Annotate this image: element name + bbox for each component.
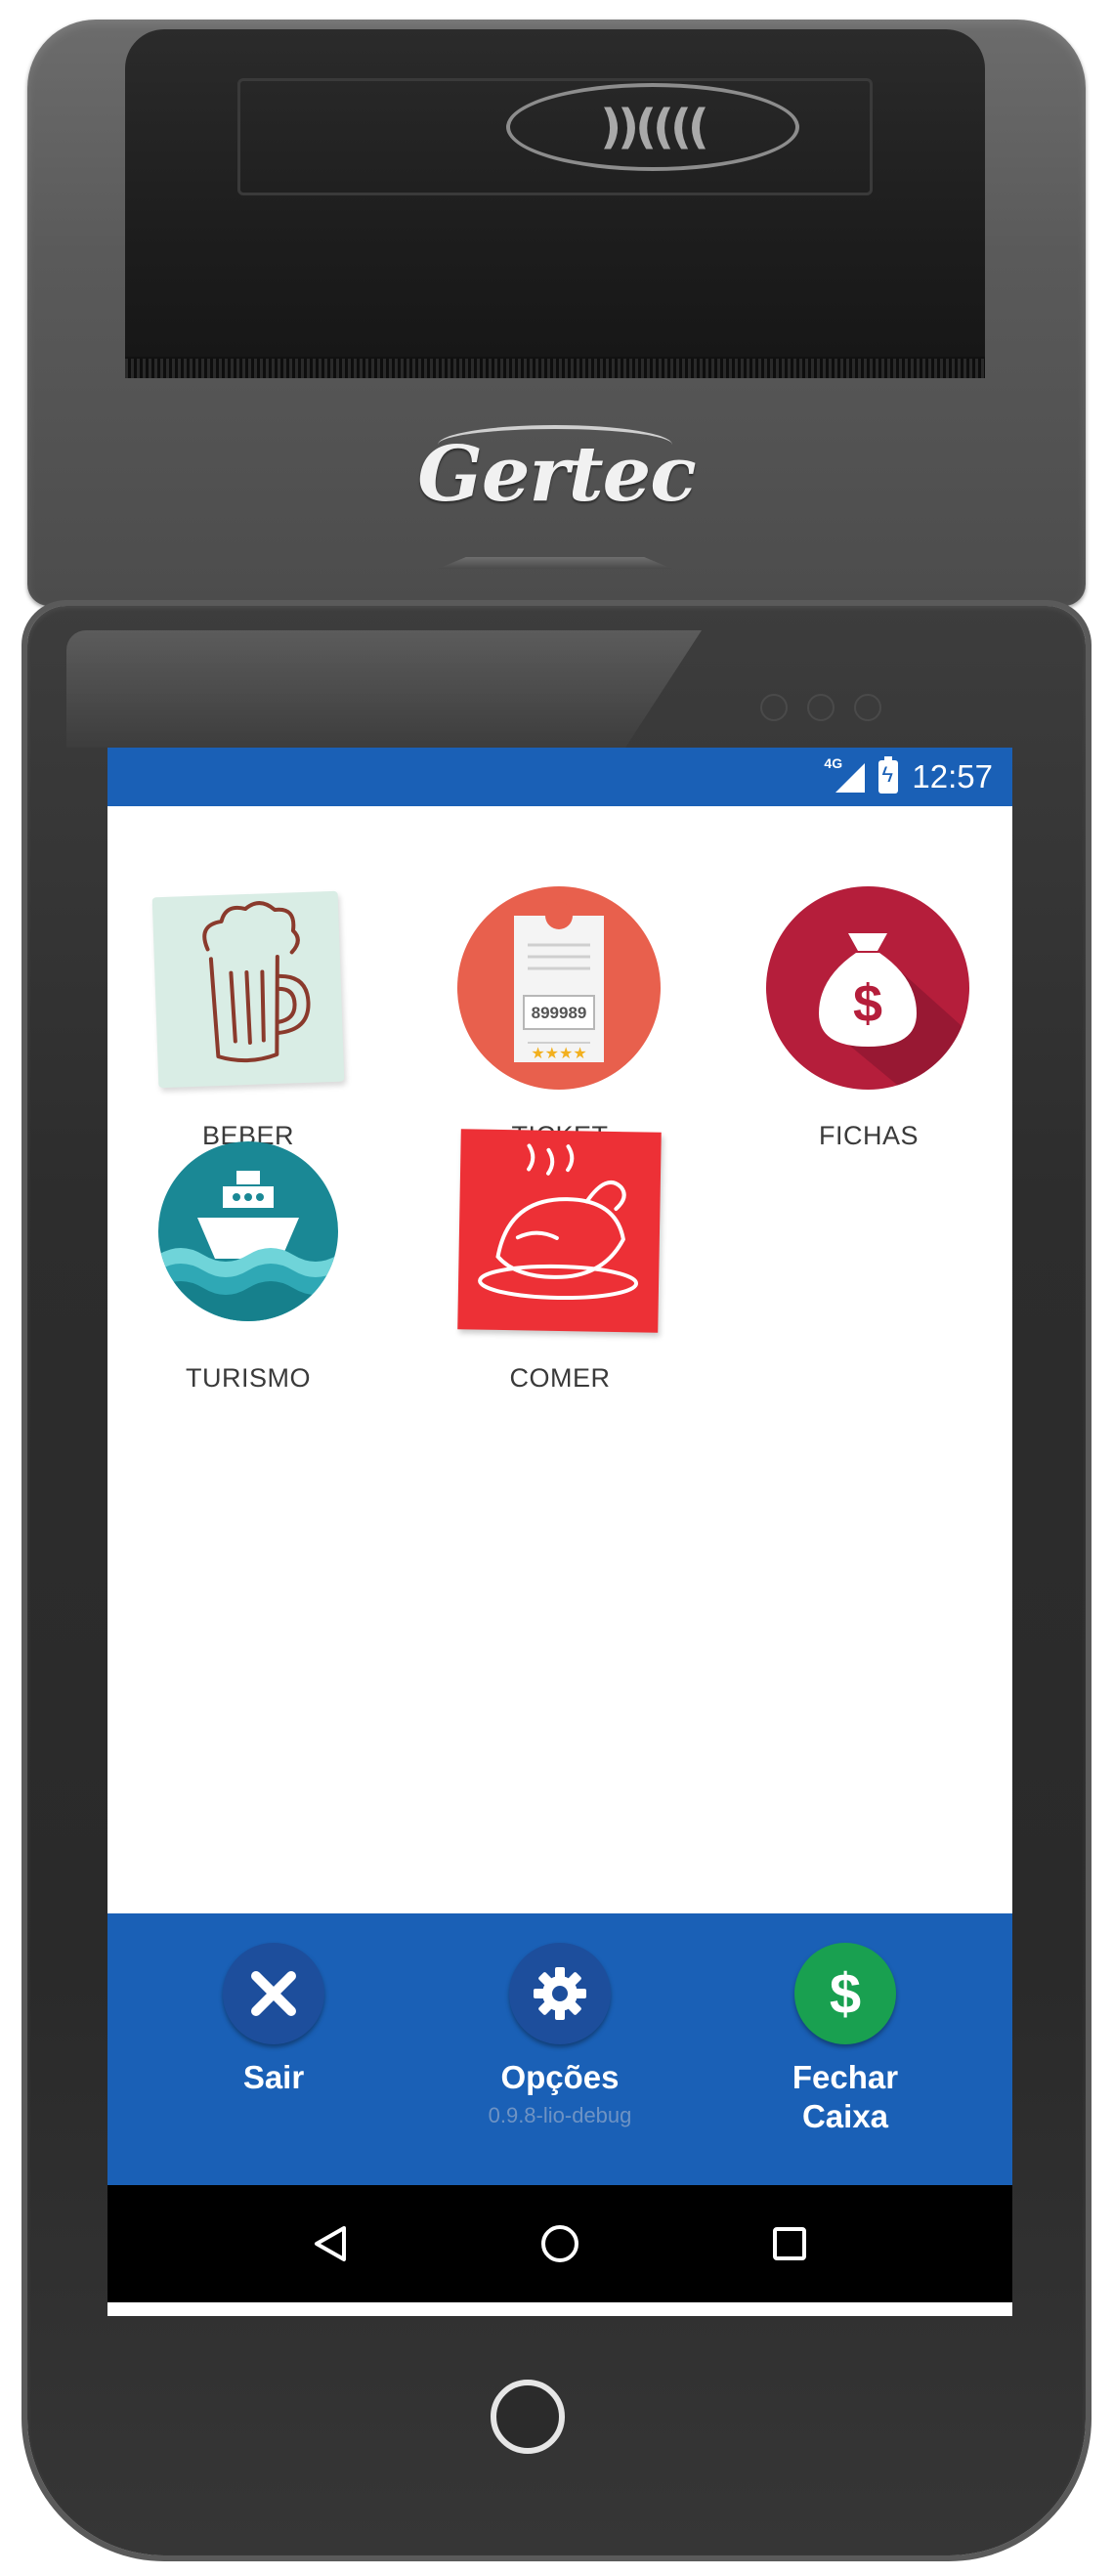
close-icon — [223, 1943, 324, 2044]
close-register-button[interactable]: $ Fechar Caixa — [718, 1943, 972, 2136]
ticket-icon: ★★★★ 899989 — [457, 886, 663, 1092]
contactless-icon: ))(((( — [506, 83, 799, 171]
physical-home-button[interactable] — [491, 2380, 565, 2454]
back-icon[interactable] — [301, 2214, 360, 2273]
gear-icon — [509, 1943, 611, 2044]
app-grid: BEBER ★★★★ 899989 $ FICHAS TURISMO COMER — [107, 806, 1012, 1930]
status-bar: 4G ϟ 12:57 — [107, 748, 1012, 806]
roast-chicken-icon — [457, 1129, 663, 1334]
close-register-label: Fechar Caixa — [792, 2059, 899, 2134]
sensor-dot — [760, 694, 788, 721]
status-time: 12:57 — [912, 758, 993, 794]
signal-icon: 4G — [824, 755, 866, 794]
app-beber[interactable]: BEBER — [107, 886, 395, 1151]
printer-module: ))(((( Gertec — [27, 20, 1086, 606]
options-button[interactable]: Opções 0.9.8-lio-debug — [433, 1943, 687, 2128]
dollar-icon: $ — [794, 1943, 896, 2044]
front-sensors — [760, 694, 881, 721]
app-label: TURISMO — [186, 1363, 311, 1393]
ship-icon — [146, 1129, 351, 1334]
app-label: COMER — [509, 1363, 611, 1393]
paper-slot — [125, 357, 985, 378]
battery-charging-icon: ϟ — [878, 756, 899, 794]
exit-label: Sair — [242, 2059, 305, 2095]
sensor-dot — [854, 694, 881, 721]
action-bar: Sair Opções 0.9.8-lio-debug $ Fechar Cai… — [107, 1913, 1012, 2185]
app-ticket[interactable]: ★★★★ 899989 TICKET — [413, 886, 706, 1151]
sensor-dot — [807, 694, 835, 721]
svg-text:$: $ — [853, 974, 882, 1033]
app-fichas[interactable]: $ FICHAS — [722, 886, 1012, 1151]
beer-mug-icon — [146, 886, 351, 1092]
pos-terminal: ))(((( Gertec 4G ϟ 12:57 BEBER ★★★★ 8999… — [0, 0, 1113, 2576]
version-text: 0.9.8-lio-debug — [488, 2103, 632, 2127]
exit-button[interactable]: Sair — [147, 1943, 401, 2097]
app-label: FICHAS — [818, 1121, 919, 1150]
options-label: Opções — [500, 2059, 620, 2095]
screen: 4G ϟ 12:57 BEBER ★★★★ 899989 $ FICHAS TU… — [107, 748, 1012, 2316]
home-icon[interactable] — [531, 2214, 589, 2273]
svg-text:★★★★: ★★★★ — [531, 1044, 586, 1062]
paper-cover: ))(((( — [125, 29, 985, 371]
brand-logo: Gertec — [417, 430, 696, 519]
recents-icon[interactable] — [760, 2214, 819, 2273]
app-turismo[interactable]: TURISMO — [107, 1129, 395, 1394]
app-comer[interactable]: COMER — [413, 1129, 706, 1394]
ticket-number: 899989 — [531, 1004, 587, 1022]
system-nav-bar — [107, 2185, 1012, 2302]
money-bag-icon: $ — [766, 886, 971, 1092]
